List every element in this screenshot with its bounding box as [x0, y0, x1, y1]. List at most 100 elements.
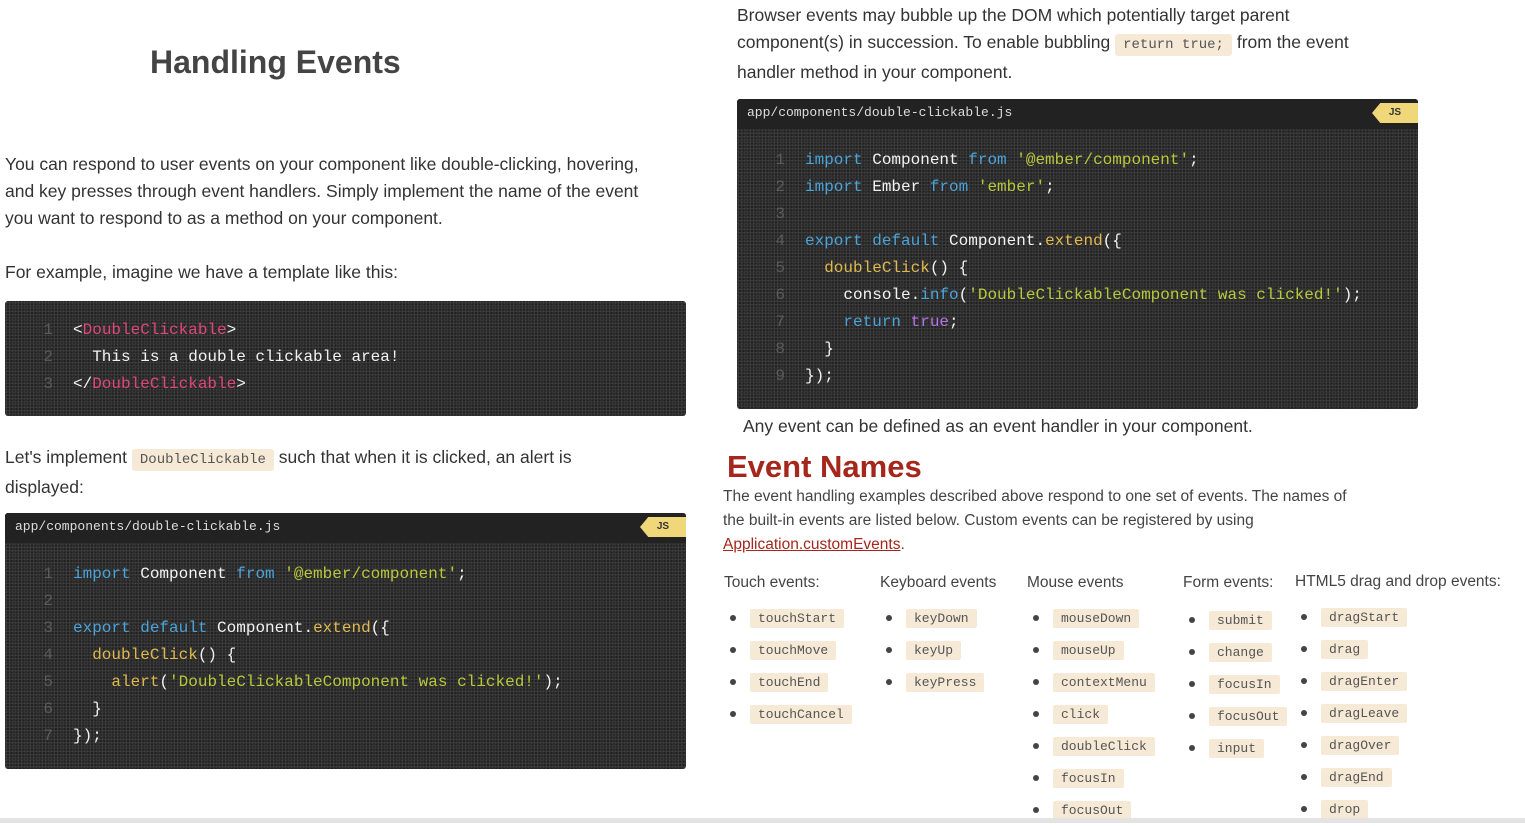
line-number: 5	[43, 673, 53, 691]
touch-events-column: Touch events: touchStart touchMove touchEn…	[724, 574, 852, 730]
bubbling-code-lines: 1 import Component from '@ember/component…	[737, 129, 1418, 390]
line-number: 4	[775, 232, 785, 250]
line-number: 1	[775, 151, 785, 169]
event-list-item: touchMove	[724, 634, 852, 666]
code-line: 9});	[737, 363, 1418, 390]
bubble-text-after: from the event	[1236, 32, 1349, 52]
bullet-icon	[1033, 711, 1039, 717]
keyboard-events-list: keyDown keyUp keyPress	[880, 602, 996, 698]
template-code-block: 1 <DoubleClickable> 2 This is a double cli…	[5, 301, 686, 416]
code-filename: app/components/double-clickable.js	[747, 105, 1013, 120]
code-token: ;	[1045, 178, 1055, 196]
code-text: </DoubleClickable>	[73, 371, 246, 398]
bullet-icon	[1189, 617, 1195, 623]
code-text: }	[805, 336, 834, 363]
event-list-item: contextMenu	[1027, 666, 1155, 698]
line-number: 5	[775, 259, 785, 277]
event-name-code: keyUp	[906, 640, 962, 660]
lang-badge: JS	[640, 517, 686, 537]
event-name-code: input	[1209, 738, 1265, 758]
mouse-events-list: mouseDown mouseUp contextMenu click doubleCl…	[1027, 602, 1155, 826]
code-line: 1 import Component from '@ember/component…	[737, 147, 1418, 174]
bullet-icon	[1033, 807, 1039, 813]
code-line: 1 import Component from '@ember/component…	[5, 561, 686, 588]
code-token: 'DoubleClickableComponent was clicked!'	[968, 286, 1343, 304]
code-line: 2 import Ember from 'ember';	[737, 174, 1418, 201]
code-token: from	[929, 178, 969, 196]
bullet-icon	[886, 679, 892, 685]
code-token: ;	[457, 565, 467, 583]
code-token: 'ember'	[977, 178, 1046, 196]
bullet-icon	[1301, 678, 1307, 684]
line-number: 8	[775, 340, 785, 358]
bullet-icon	[1033, 743, 1039, 749]
bullet-icon	[1189, 649, 1195, 655]
keyboard-events-column: Keyboard events keyDown keyUp keyPress	[880, 574, 996, 698]
event-name-code: change	[1209, 642, 1272, 662]
code-token: ({	[370, 619, 390, 637]
event-name-code: submit	[1209, 610, 1272, 630]
code-text: <DoubleClickable>	[73, 317, 236, 344]
code-token: );	[543, 673, 563, 691]
event-list-item: doubleClick	[1027, 730, 1155, 762]
event-list-item: mouseDown	[1027, 602, 1155, 634]
component-code-lines: 1 import Component from '@ember/component…	[5, 543, 686, 750]
line-number: 3	[43, 619, 53, 637]
code-line: 1 <DoubleClickable>	[5, 317, 686, 344]
inline-code-return-true: return true;	[1115, 34, 1232, 56]
line-number: 7	[775, 313, 785, 331]
code-token: ({	[1102, 232, 1122, 250]
bubble-line: Browser events may bubble up the DOM whi…	[737, 5, 1290, 25]
implement-paragraph: Let's implement DoubleClickable such tha…	[5, 444, 695, 501]
column-title: Keyboard events	[880, 574, 997, 591]
event-list-item: touchEnd	[724, 666, 852, 698]
event-list-item: touchCancel	[724, 698, 852, 730]
code-token: '@ember/component'	[1016, 151, 1190, 169]
bullet-icon	[1301, 806, 1307, 812]
code-token: (	[159, 673, 170, 691]
bullet-icon	[730, 615, 736, 621]
bubble-paragraph: Browser events may bubble up the DOM whi…	[737, 2, 1437, 86]
event-name-code: dragStart	[1321, 607, 1408, 627]
event-list-item: mouseUp	[1027, 634, 1155, 666]
event-desc-line: Application.customEvents.	[723, 533, 1443, 557]
horizontal-scrollbar[interactable]	[0, 818, 1525, 823]
event-name-code: mouseDown	[1053, 608, 1140, 628]
line-number: 2	[43, 592, 53, 610]
line-number: 9	[775, 367, 785, 385]
code-line: 6 console.info('DoubleClickableComponent…	[737, 282, 1418, 309]
event-name-code: dragOver	[1321, 735, 1400, 755]
bubble-text: component(s) in succession. To enable bu…	[737, 32, 1111, 52]
code-token: Component	[862, 151, 969, 169]
line-number: 6	[775, 286, 785, 304]
event-name-code: doubleClick	[1053, 736, 1155, 756]
code-token: import	[805, 151, 863, 169]
event-list-item: focusIn	[1183, 668, 1287, 700]
event-name-code: keyPress	[906, 672, 985, 692]
event-desc-line: the built-in events are listed below. Cu…	[723, 512, 1254, 529]
event-list-item: focusIn	[1027, 762, 1155, 794]
code-filename: app/components/double-clickable.js	[15, 519, 281, 534]
code-text: import Component from '@ember/component'…	[73, 561, 467, 588]
code-line: 3	[737, 201, 1418, 228]
code-token: () {	[929, 259, 969, 277]
any-event-text: Any event can be defined as an event han…	[743, 416, 1253, 436]
event-list-item: input	[1183, 732, 1287, 764]
code-line: 5 doubleClick() {	[737, 255, 1418, 282]
event-name-code: drop	[1321, 799, 1369, 819]
code-line: 3 export default Component.extend({	[5, 615, 686, 642]
custom-events-link[interactable]: Application.customEvents	[723, 536, 900, 553]
column-title: Mouse events	[1027, 574, 1124, 591]
code-token: return	[843, 313, 902, 331]
event-name-code: keyDown	[906, 608, 977, 628]
code-token: DoubleClickable	[82, 321, 227, 339]
code-token: default	[140, 619, 208, 637]
code-token: >	[236, 375, 246, 393]
mouse-events-column: Mouse events mouseDown mouseUp contextMenu…	[1027, 574, 1155, 826]
line-number: 6	[43, 700, 53, 718]
implement-text-after: such that when it is clicked, an alert i…	[278, 447, 572, 467]
code-token: import	[805, 178, 863, 196]
